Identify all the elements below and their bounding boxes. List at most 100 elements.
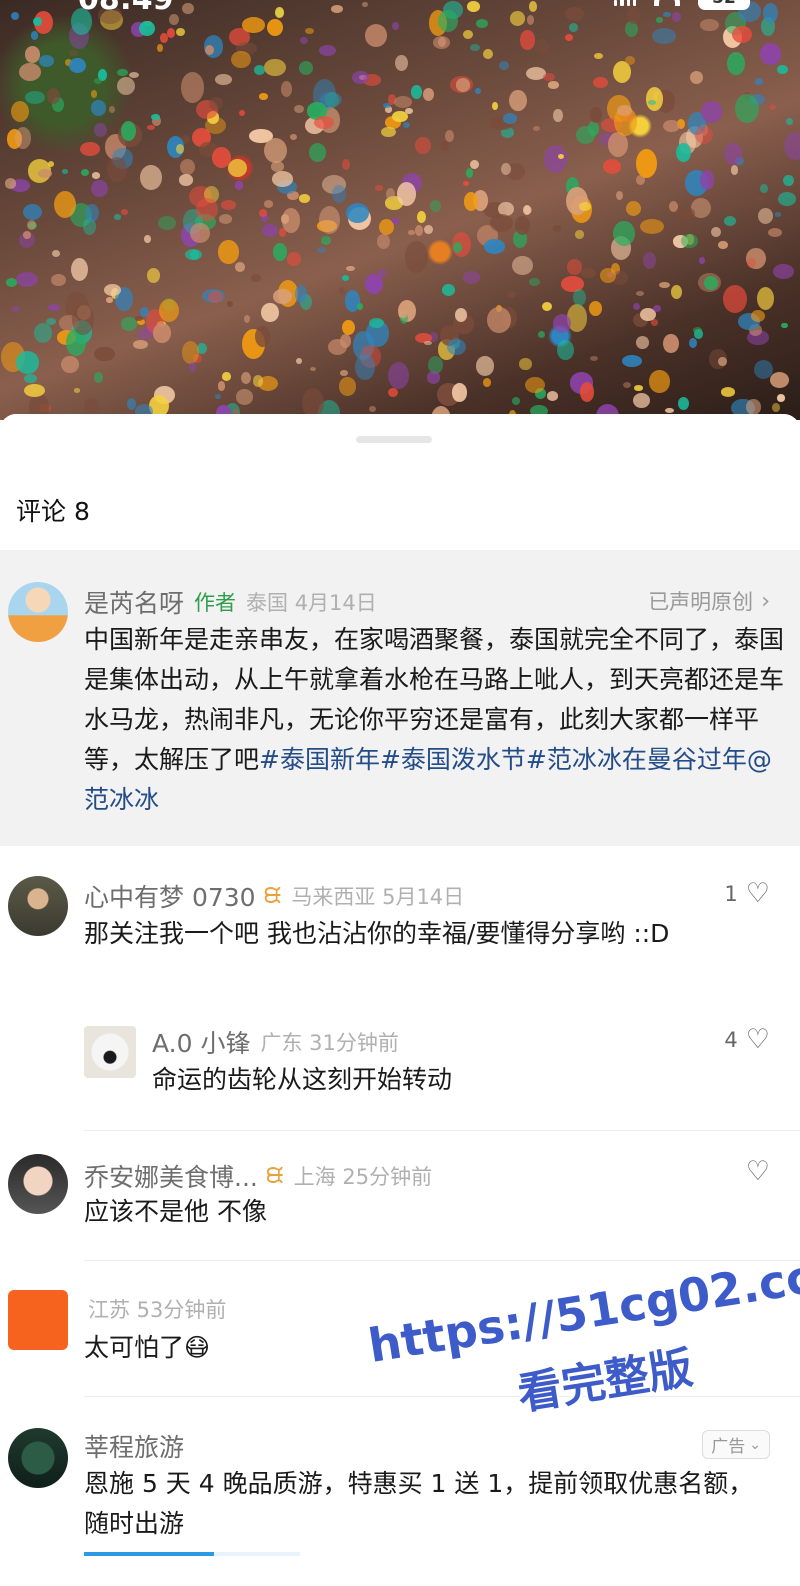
status-time: 08:49	[78, 0, 174, 17]
photo-texture	[735, 93, 759, 123]
advertiser-name[interactable]: 莘程旅游	[84, 1428, 184, 1464]
photo-texture	[103, 283, 122, 296]
post-photo[interactable]: 08:49 52	[0, 0, 800, 420]
photo-texture	[565, 34, 574, 42]
photo-texture	[470, 159, 479, 169]
photo-texture	[778, 192, 796, 206]
photo-texture	[776, 64, 788, 74]
chevron-right-icon: ›	[761, 588, 770, 614]
photo-texture	[785, 117, 793, 126]
photo-texture	[392, 22, 399, 31]
photo-texture	[346, 266, 356, 272]
photo-texture	[126, 398, 136, 410]
photo-texture	[382, 102, 391, 109]
photo-texture	[159, 298, 180, 322]
pinned-author-comment[interactable]: 是芮名呀 作者 泰国 4月14日 已声明原创 › 中国新年是走亲串友，在家喝酒聚…	[0, 550, 800, 846]
photo-texture	[441, 140, 450, 151]
photo-texture	[47, 304, 60, 312]
photo-texture	[576, 125, 595, 144]
photo-texture	[50, 273, 66, 287]
photo-texture	[519, 358, 532, 370]
photo-texture	[156, 44, 163, 52]
photo-texture	[34, 322, 53, 343]
photo-texture	[689, 337, 698, 349]
photo-texture	[393, 96, 412, 109]
comment-author-name[interactable]: 乔安娜美食博...	[84, 1158, 258, 1194]
photo-texture	[61, 355, 79, 373]
photo-texture	[659, 281, 671, 289]
reply-item[interactable]: A.0 小锋 广东 31分钟前 4 ♡ 命运的齿轮从这刻开始转动	[0, 1022, 800, 1122]
avatar[interactable]	[8, 1290, 68, 1350]
like-button[interactable]: 4 ♡	[724, 1026, 770, 1053]
photo-texture	[433, 36, 451, 50]
comment-author-name[interactable]: 是芮名呀	[84, 584, 184, 620]
photo-texture	[640, 219, 665, 235]
photo-texture	[663, 333, 679, 353]
topic-link[interactable]: #泰国新年	[259, 745, 380, 774]
avatar[interactable]	[8, 582, 68, 642]
butterfly-icon: ᙙ	[265, 1163, 284, 1189]
photo-texture	[217, 381, 226, 391]
comment-author-name[interactable]: A.0 小锋	[152, 1024, 250, 1060]
photo-texture	[759, 184, 768, 194]
photo-texture	[241, 372, 252, 385]
photo-texture	[139, 20, 156, 37]
photo-texture	[309, 366, 316, 372]
photo-texture	[566, 259, 582, 275]
photo-texture	[185, 249, 203, 261]
photo-texture	[374, 185, 384, 191]
photo-texture	[589, 356, 599, 362]
photo-texture	[675, 142, 691, 162]
photo-texture	[652, 28, 676, 44]
photo-texture	[153, 323, 171, 343]
like-button[interactable]: ♡	[746, 1158, 770, 1185]
photo-texture	[678, 397, 689, 411]
photo-texture	[195, 198, 219, 221]
photo-texture	[464, 192, 479, 211]
comment-author-name[interactable]: 心中有梦 0730	[84, 878, 256, 914]
photo-texture	[147, 267, 161, 283]
heart-icon: ♡	[745, 878, 770, 909]
photo-texture	[286, 252, 302, 266]
photo-texture	[553, 109, 563, 122]
photo-texture	[91, 172, 101, 179]
like-count: 4	[724, 1027, 738, 1052]
photo-texture	[533, 125, 541, 131]
photo-texture	[537, 330, 546, 338]
photo-texture	[341, 319, 355, 335]
photo-texture	[243, 314, 251, 323]
sheet-drag-handle[interactable]	[356, 436, 432, 443]
avatar[interactable]	[84, 1026, 136, 1078]
comment-text: 应该不是他 不像	[84, 1197, 267, 1226]
photo-texture	[507, 290, 516, 298]
photo-texture	[27, 220, 36, 231]
ad-tag[interactable]: 广告 ⌄	[702, 1430, 770, 1459]
avatar[interactable]	[8, 876, 68, 936]
photo-texture	[541, 302, 552, 312]
photo-texture	[452, 242, 462, 254]
photo-texture	[234, 261, 246, 272]
topic-link[interactable]: #泰国泼水节	[380, 745, 526, 774]
photo-texture	[771, 403, 780, 412]
original-claim-link[interactable]: 已声明原创 ›	[648, 586, 770, 616]
photo-texture	[402, 121, 410, 128]
like-button[interactable]: 1 ♡	[724, 880, 770, 907]
photo-texture	[622, 354, 642, 367]
photo-texture	[263, 137, 287, 163]
photo-texture	[588, 301, 603, 317]
photo-texture	[61, 169, 69, 174]
comment-item[interactable]: 心中有梦 0730 ᙙ 马来西亚 5月14日 1 ♡ 那关注我一个吧 我也沾沾你…	[0, 876, 800, 1026]
photo-texture	[262, 224, 278, 238]
photo-texture	[220, 200, 236, 210]
photo-texture	[351, 70, 369, 85]
photo-texture	[289, 133, 298, 141]
photo-texture	[318, 44, 336, 57]
photo-texture	[295, 357, 302, 365]
photo-texture	[80, 141, 100, 156]
photo-texture	[15, 127, 32, 149]
avatar[interactable]	[8, 1428, 68, 1488]
avatar[interactable]	[8, 1154, 68, 1214]
photo-texture	[474, 87, 482, 95]
sheet-title: 评论 8	[16, 497, 90, 526]
topic-link[interactable]: #范冰冰在曼谷过年	[526, 745, 747, 774]
